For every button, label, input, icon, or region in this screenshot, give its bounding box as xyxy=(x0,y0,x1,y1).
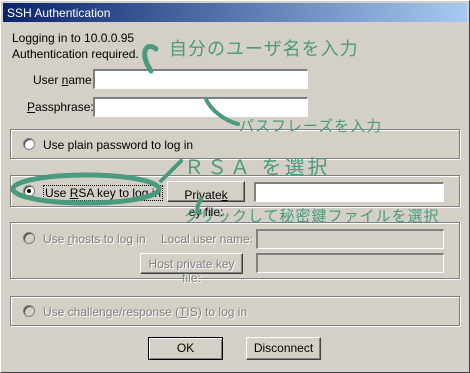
annotation-enter-username: 自分のユーザ名を入力 xyxy=(169,39,359,59)
annotation-select-rsa: ＲＳＡ を選択 xyxy=(184,157,331,179)
annotation-rsa-ellipse xyxy=(10,172,162,206)
annotation-arrow-rsa xyxy=(159,159,183,183)
annotation-enter-passphrase: パスフレーズを入力 xyxy=(239,118,383,135)
ssh-authentication-dialog: SSH Authentication Logging in to 10.0.0.… xyxy=(0,0,470,373)
annotation-arrow-username xyxy=(142,44,159,74)
annotation-arrow-passphrase xyxy=(204,97,240,126)
annotation-click-select-key: クリックして秘密鍵ファイルを選択 xyxy=(184,208,440,225)
